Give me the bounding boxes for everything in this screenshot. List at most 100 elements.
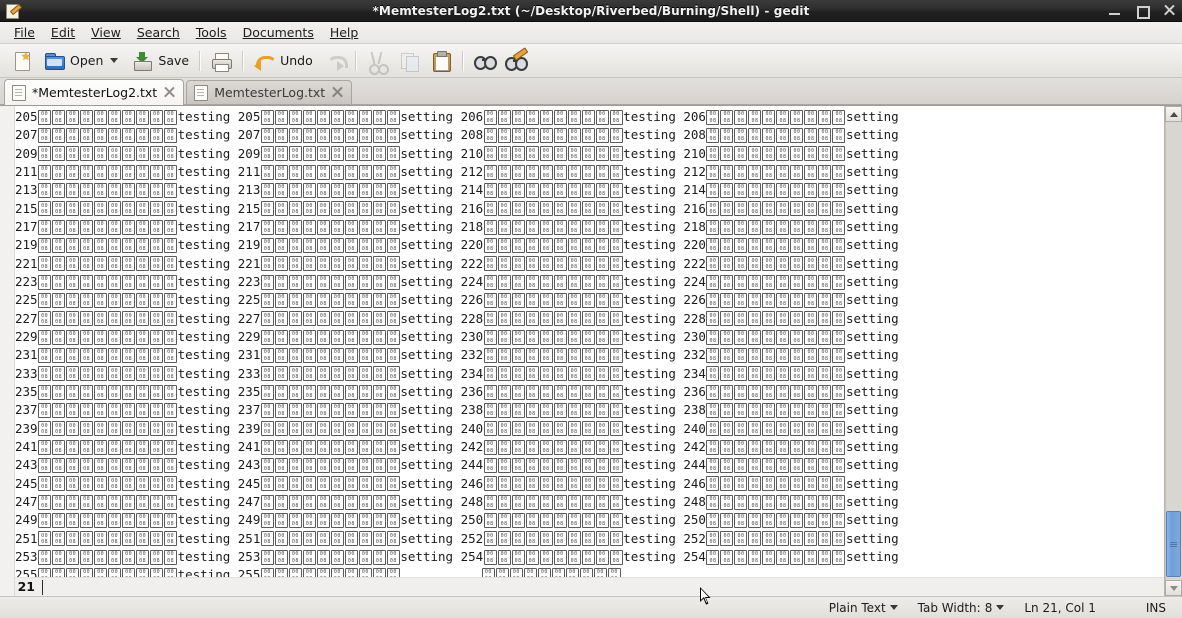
- print-button[interactable]: [205, 46, 237, 75]
- new-button[interactable]: ★: [6, 46, 38, 75]
- text-line: 217 00 08 00 08 00 08 00 08 00 08 00 08 00 08 00 08 00 08 0…: [15, 218, 899, 235]
- control-char-glyph: 0008: [804, 421, 818, 437]
- control-char-glyph: 0008: [525, 549, 539, 565]
- menu-file[interactable]: File: [6, 23, 43, 43]
- tab-width-selector[interactable]: Tab Width: 8: [908, 601, 1015, 615]
- close-icon[interactable]: [163, 86, 176, 99]
- menu-help[interactable]: Help: [322, 23, 367, 43]
- control-char-glyph: 0008: [525, 476, 539, 492]
- control-char-glyph: 0008: [832, 219, 846, 235]
- title-bar: *MemtesterLog2.txt (~/Desktop/Riverbed/B…: [0, 0, 1182, 22]
- open-button[interactable]: Open: [38, 46, 126, 75]
- chevron-down-icon[interactable]: [110, 58, 119, 63]
- control-char-glyph: 0008: [136, 531, 150, 547]
- control-char-glyph: 0008: [316, 292, 330, 308]
- tab-memtesterlog[interactable]: MemtesterLog.txt: [186, 80, 353, 104]
- control-char-glyph: 0008: [288, 146, 302, 162]
- control-char-glyph: 0008: [832, 274, 846, 290]
- control-char-glyph: 0008: [94, 512, 108, 528]
- vertical-scrollbar[interactable]: [1164, 106, 1182, 596]
- control-char-glyph: 0008: [386, 512, 400, 528]
- control-char-glyph: 0008: [150, 457, 164, 473]
- control-char-glyph: 0008: [790, 512, 804, 528]
- control-char-glyph: 0008: [776, 512, 790, 528]
- control-char-glyph: 0008: [164, 531, 178, 547]
- control-char-glyph: 0008: [164, 476, 178, 492]
- maximize-icon[interactable]: [1135, 4, 1150, 19]
- control-char-glyph: 0008: [302, 402, 316, 418]
- control-char-glyph: 0008: [748, 347, 762, 363]
- control-char-glyph: 0008: [734, 347, 748, 363]
- toolbar-separator: [242, 50, 244, 71]
- control-char-glyph: 0008: [386, 311, 400, 327]
- control-char-glyph: 0008: [706, 292, 720, 308]
- scrollbar-track[interactable]: [1165, 122, 1182, 580]
- control-char-glyph: 0008: [762, 164, 776, 180]
- control-char-glyph: 0008: [748, 402, 762, 418]
- control-char-glyph: 0008: [330, 182, 344, 198]
- control-char-glyph: 0008: [832, 256, 846, 272]
- control-char-glyph: 0008: [108, 109, 122, 125]
- control-char-glyph: 0008: [80, 219, 94, 235]
- language-selector[interactable]: Plain Text: [819, 601, 908, 615]
- control-char-glyph: 0008: [804, 237, 818, 253]
- control-char-glyph: 0008: [316, 127, 330, 143]
- redo-button[interactable]: [318, 46, 350, 75]
- tab-memtesterlog2[interactable]: *MemtesterLog2.txt: [4, 79, 185, 105]
- control-char-glyph: 0008: [136, 164, 150, 180]
- control-char-glyph: 0008: [38, 127, 52, 143]
- save-button[interactable]: Save: [126, 46, 194, 75]
- minimize-icon[interactable]: [1108, 4, 1121, 17]
- control-char-glyph: 0008: [122, 384, 136, 400]
- control-char-glyph: 0008: [38, 237, 52, 253]
- scroll-up-icon[interactable]: [1165, 106, 1182, 122]
- control-char-glyph: 0008: [595, 549, 609, 565]
- menu-search[interactable]: Search: [129, 23, 188, 43]
- control-char-glyph: 0008: [609, 476, 623, 492]
- control-char-glyph: 0008: [595, 494, 609, 510]
- control-char-glyph: 0008: [260, 329, 274, 345]
- control-char-glyph: 0008: [136, 457, 150, 473]
- close-icon[interactable]: [331, 86, 344, 99]
- control-char-glyph: 0008: [94, 549, 108, 565]
- control-char-glyph: 0008: [38, 531, 52, 547]
- find-button[interactable]: [468, 46, 500, 75]
- current-line-row[interactable]: 21: [15, 577, 1164, 596]
- control-char-glyph: 0008: [122, 164, 136, 180]
- control-char-glyph: 0008: [804, 366, 818, 382]
- control-char-glyph: 0008: [553, 439, 567, 455]
- control-char-glyph: 0008: [581, 439, 595, 455]
- control-char-glyph: 0008: [38, 164, 52, 180]
- control-char-glyph: 0008: [108, 274, 122, 290]
- menu-edit[interactable]: Edit: [43, 23, 83, 43]
- control-char-glyph: 0008: [567, 256, 581, 272]
- control-char-glyph: 0008: [762, 274, 776, 290]
- control-char-glyph: 0008: [748, 237, 762, 253]
- control-char-glyph: 0008: [720, 531, 734, 547]
- control-char-glyph: 0008: [38, 256, 52, 272]
- control-char-glyph: 0008: [790, 457, 804, 473]
- replace-button[interactable]: [500, 46, 532, 75]
- scrollbar-thumb[interactable]: [1166, 511, 1181, 578]
- copy-button[interactable]: [393, 46, 425, 75]
- menu-documents[interactable]: Documents: [235, 23, 322, 43]
- control-char-glyph: 0008: [330, 201, 344, 217]
- control-char-glyph: 0008: [386, 256, 400, 272]
- control-char-glyph: 0008: [288, 182, 302, 198]
- control-char-glyph: 0008: [762, 531, 776, 547]
- control-char-glyph: 0008: [302, 457, 316, 473]
- cut-button[interactable]: [361, 46, 393, 75]
- close-icon[interactable]: [1162, 4, 1175, 17]
- control-char-glyph: 0008: [818, 421, 832, 437]
- text-view[interactable]: 205 00 08 00 08 00 08 00 08 00 08 00 08 00 08 00 08 00 08 0…: [15, 106, 1164, 596]
- control-char-glyph: 0008: [80, 476, 94, 492]
- undo-button[interactable]: Undo: [248, 46, 318, 75]
- scroll-down-icon[interactable]: [1165, 580, 1182, 596]
- control-char-glyph: 0008: [274, 164, 288, 180]
- text-line: 239 00 08 00 08 00 08 00 08 00 08 00 08 00 08 00 08 00 08 0…: [15, 420, 899, 437]
- control-char-glyph: 0008: [302, 274, 316, 290]
- control-char-glyph: 0008: [567, 494, 581, 510]
- menu-tools[interactable]: Tools: [188, 23, 235, 43]
- menu-view[interactable]: View: [83, 23, 129, 43]
- paste-button[interactable]: [425, 46, 457, 75]
